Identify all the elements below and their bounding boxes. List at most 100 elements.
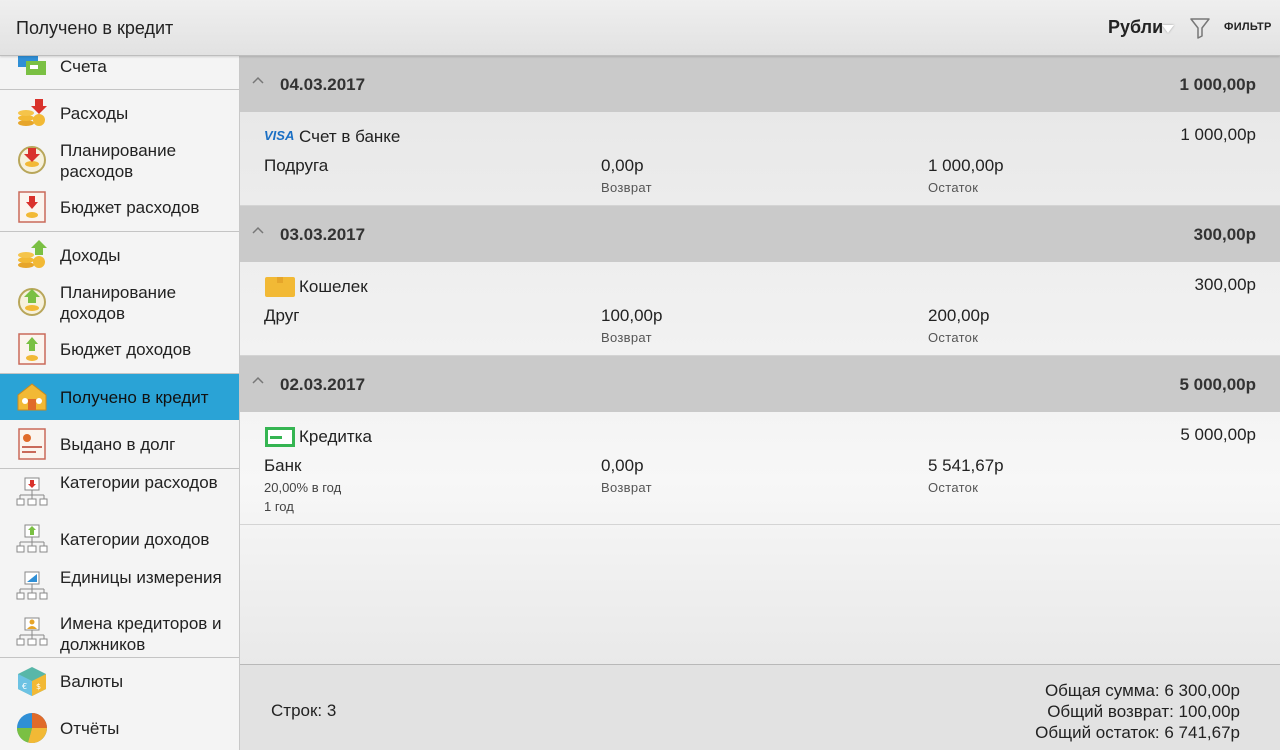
group-header[interactable]: 02.03.2017 5 000,00р (240, 356, 1280, 412)
sidebar-item-loan-given[interactable]: Выдано в долг (0, 420, 239, 468)
filter-button[interactable]: ФИЛЬТР (1224, 21, 1272, 33)
accounts-icon (18, 56, 46, 75)
income-categories-icon (16, 524, 48, 553)
wallet-icon (265, 277, 295, 297)
group-date: 03.03.2017 (280, 225, 366, 244)
currencies-icon: € $ (18, 667, 46, 696)
group-header[interactable]: 03.03.2017 300,00р (240, 206, 1280, 262)
sidebar-item-label: Отчёты (60, 719, 120, 738)
units-icon (16, 571, 48, 600)
expense-planning-icon (18, 146, 46, 174)
expenses-icon (18, 99, 47, 126)
totals: Общая сумма: 6 300,00р Общий возврат: 10… (1035, 680, 1240, 743)
sidebar-item-income-categories[interactable]: Категории доходов (0, 517, 239, 563)
sidebar-item-creditor-names[interactable]: Имена кредиторов и должников (0, 611, 239, 657)
creditor-name: Друг (264, 306, 300, 325)
balance-label: Остаток (928, 480, 979, 495)
sidebar-item-accounts[interactable]: Счета (0, 56, 239, 86)
return-label: Возврат (601, 480, 652, 495)
chevron-up-icon[interactable] (252, 226, 264, 234)
sidebar-item-expense-planning[interactable]: Планирование расходов (0, 136, 239, 184)
filter-icon[interactable] (1190, 17, 1210, 39)
income-icon (18, 240, 47, 268)
list-item[interactable]: VISA Счет в банке 1 000,00р Подруга 0,00… (240, 112, 1280, 206)
loan-given-icon (18, 428, 46, 460)
sidebar-item-label: Бюджет расходов (60, 198, 200, 217)
sidebar-item-reports[interactable]: Отчёты (0, 704, 239, 750)
balance-label: Остаток (928, 180, 979, 195)
svg-text:€: € (22, 682, 27, 691)
income-budget-icon (18, 333, 46, 365)
entry-amount: 1 000,00р (1180, 125, 1256, 144)
income-planning-icon (18, 288, 46, 316)
page-title: Получено в кредит (16, 18, 174, 38)
sidebar-item-label: Планирование доходов (60, 283, 177, 323)
sidebar-item-expense-budget[interactable]: Бюджет расходов (0, 184, 239, 230)
total-sum: Общая сумма: 6 300,00р (1044, 681, 1240, 700)
group-sum: 300,00р (1193, 225, 1256, 244)
balance-value: 5 541,67р (928, 456, 1004, 475)
sidebar-item-units[interactable]: Единицы измерения (0, 563, 239, 611)
sidebar-item-income[interactable]: Доходы (0, 232, 239, 278)
return-label: Возврат (601, 180, 652, 195)
entry-amount: 300,00р (1194, 275, 1256, 294)
list-item[interactable]: Кредитка 5 000,00р Банк 20,00% в год 1 г… (240, 412, 1280, 525)
group-header[interactable]: 04.03.2017 1 000,00р (240, 56, 1280, 112)
group-sum: 1 000,00р (1179, 75, 1256, 94)
sidebar-item-label: Доходы (60, 246, 121, 265)
balance-value: 200,00р (928, 306, 990, 325)
creditor-name: Банк (264, 456, 302, 475)
creditor-names-icon (16, 617, 48, 646)
return-value: 0,00р (601, 456, 644, 475)
expense-budget-icon (18, 191, 46, 223)
balance-label: Остаток (928, 330, 979, 345)
dropdown-arrow-icon[interactable] (1162, 25, 1174, 33)
sidebar-item-currencies[interactable]: € $ Валюты (0, 658, 239, 704)
sidebar-item-label: Бюджет доходов (60, 340, 192, 359)
svg-text:$: $ (36, 682, 41, 691)
sidebar-item-label: Имена кредиторов и должников (60, 614, 222, 654)
sidebar-item-label: Категории расходов (60, 473, 218, 492)
group-date: 02.03.2017 (280, 375, 366, 394)
group-sum: 5 000,00р (1179, 375, 1256, 394)
return-value: 100,00р (601, 306, 663, 325)
creditor-name: Подруга (264, 156, 329, 175)
list-item[interactable]: Кошелек 300,00р Друг 100,00р Возврат 200… (240, 262, 1280, 356)
summary-footer: Строк: 3 Общая сумма: 6 300,00р Общий во… (240, 664, 1280, 750)
credit-list: 04.03.2017 1 000,00р VISA Счет в банке 1… (240, 56, 1280, 664)
sidebar-item-label: Планирование расходов (60, 141, 177, 181)
sidebar-item-label: Расходы (60, 104, 129, 123)
visa-icon: VISA (264, 128, 295, 143)
account-name: Кредитка (299, 427, 372, 446)
sidebar-item-label: Счета (60, 57, 107, 76)
credit-received-icon (17, 383, 47, 411)
return-label: Возврат (601, 330, 652, 345)
sidebar-item-label: Получено в кредит (60, 388, 209, 407)
sidebar-item-label: Выдано в долг (60, 435, 176, 454)
sidebar-item-income-budget[interactable]: Бюджет доходов (0, 326, 239, 372)
total-balance: Общий остаток: 6 741,67р (1035, 723, 1240, 742)
sidebar-nav: Счета Расходы Планирование расходов Бюдж… (0, 56, 240, 750)
row-count: Строк: 3 (271, 701, 337, 720)
sidebar-item-label: Единицы измерения (60, 568, 222, 587)
entry-amount: 5 000,00р (1180, 425, 1256, 444)
loan-term: 1 год (264, 499, 294, 514)
group-date: 04.03.2017 (280, 75, 366, 94)
sidebar-item-label: Валюты (60, 672, 124, 691)
expense-categories-icon (16, 477, 48, 506)
interest-rate: 20,00% в год (264, 480, 342, 495)
balance-value: 1 000,00р (928, 156, 1004, 175)
account-name: Счет в банке (299, 127, 401, 146)
sidebar-item-income-planning[interactable]: Планирование доходов (0, 278, 239, 326)
sidebar-item-credit-received[interactable]: Получено в кредит (0, 374, 239, 420)
top-app-bar: Получено в кредит Рубли ФИЛЬТР (0, 0, 1280, 56)
account-name: Кошелек (299, 277, 368, 296)
total-return: Общий возврат: 100,00р (1047, 702, 1240, 721)
currency-selector[interactable]: Рубли (1108, 17, 1163, 38)
chevron-up-icon[interactable] (252, 76, 264, 84)
sidebar-item-label: Категории доходов (60, 530, 210, 549)
sidebar-item-expense-categories[interactable]: Категории расходов (0, 469, 239, 517)
sidebar-item-expenses[interactable]: Расходы (0, 90, 239, 136)
credit-card-icon (265, 427, 295, 447)
chevron-up-icon[interactable] (252, 376, 264, 384)
